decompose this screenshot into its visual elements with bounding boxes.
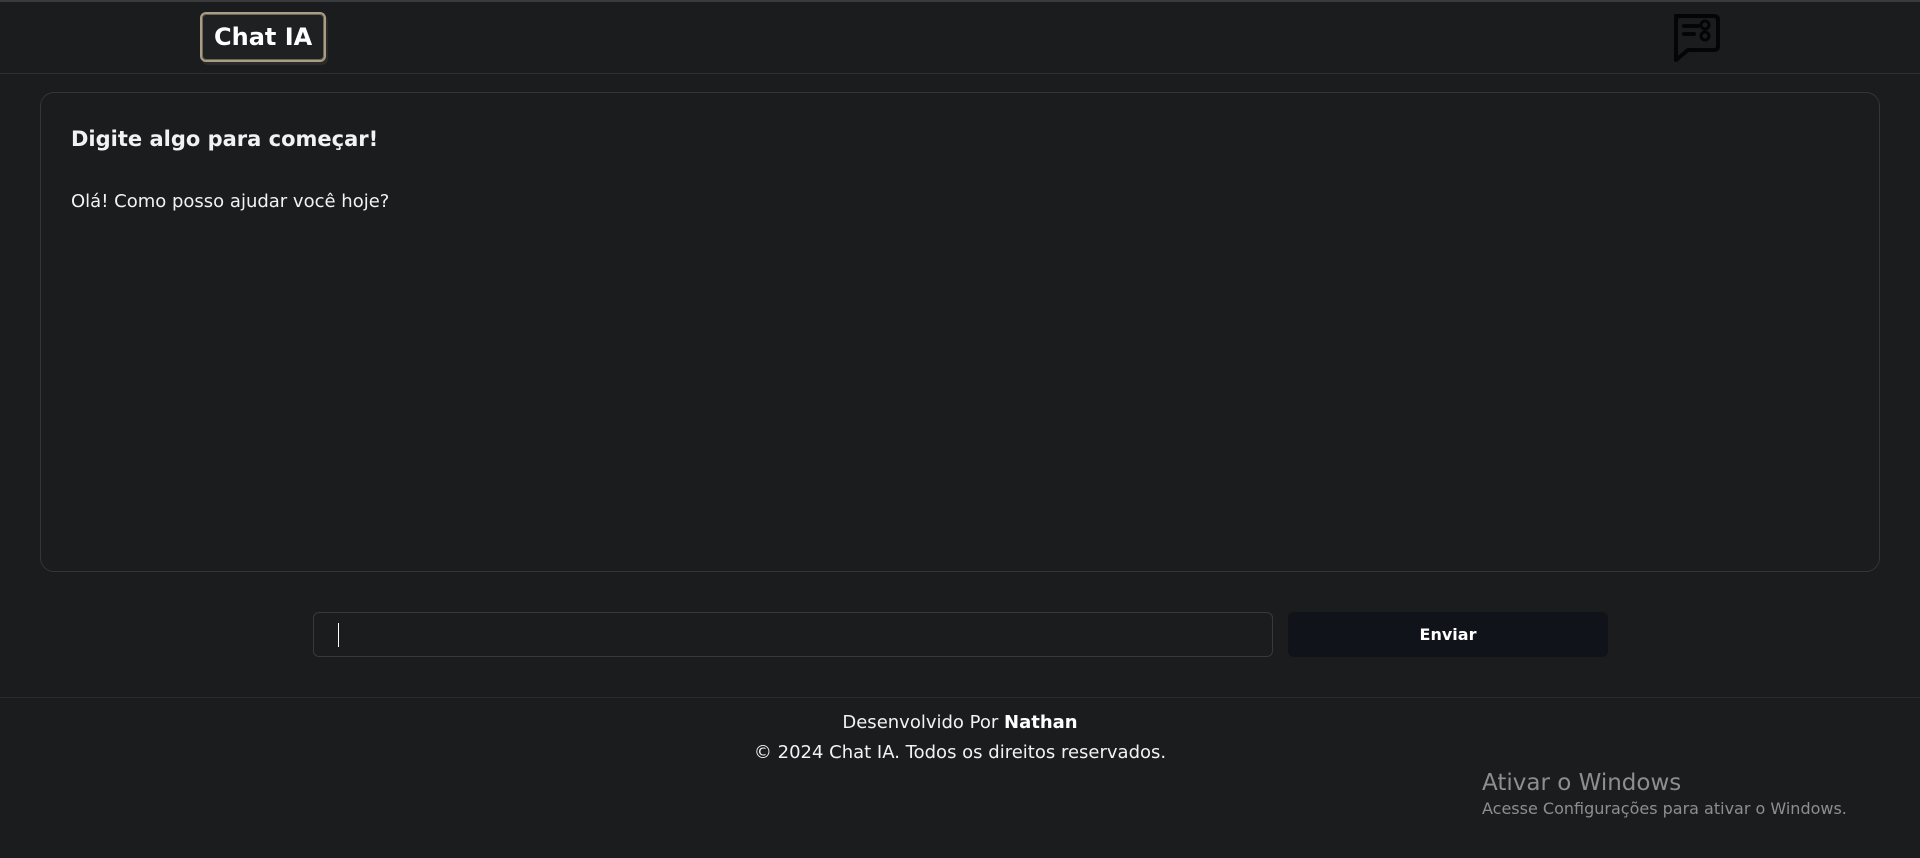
- watermark-subtitle: Acesse Configurações para ativar o Windo…: [1482, 799, 1847, 818]
- footer-developer-name: Nathan: [1004, 712, 1078, 733]
- footer-credits: Desenvolvido Por Nathan: [0, 712, 1920, 733]
- footer-developed-label: Desenvolvido Por: [842, 712, 999, 733]
- footer-copyright: © 2024 Chat IA. Todos os direitos reserv…: [753, 742, 1167, 763]
- app-logo[interactable]: Chat IA: [200, 12, 327, 62]
- assistant-message: Olá! Como posso ajudar você hoje?: [71, 191, 390, 212]
- text-caret: [338, 623, 339, 647]
- windows-activation-watermark: Ativar o Windows Acesse Configurações pa…: [1482, 768, 1847, 820]
- watermark-title: Ativar o Windows: [1482, 770, 1682, 796]
- send-button[interactable]: Enviar: [1288, 612, 1608, 657]
- message-input[interactable]: [313, 612, 1273, 657]
- app-root: Chat IA Digite algo para começar! Olá! C…: [0, 0, 1920, 858]
- chat-window: Digite algo para começar! Olá! Como poss…: [40, 92, 1880, 572]
- chat-settings-icon[interactable]: [1668, 12, 1722, 64]
- app-header: Chat IA: [0, 2, 1920, 74]
- chat-title: Digite algo para começar!: [71, 127, 379, 151]
